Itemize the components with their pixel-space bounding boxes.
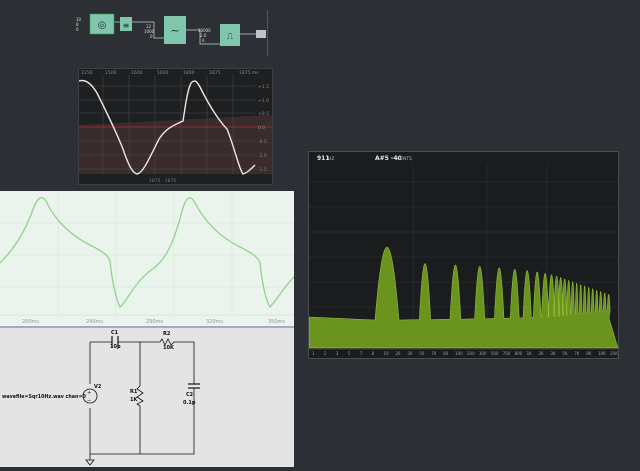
frequency-tick: 10K — [598, 351, 606, 356]
frequency-tick: 7K — [574, 351, 580, 356]
r1-label: R1 — [130, 389, 138, 395]
capacitor-c2[interactable]: C2 0.1p — [183, 383, 200, 414]
oscillator-node[interactable]: ◎ 10 8 0 — [76, 13, 115, 35]
node-input-value[interactable]: 0 — [202, 38, 205, 43]
small-node[interactable]: ≡ — [120, 17, 132, 31]
oscillator-icon: ◎ — [98, 20, 107, 31]
scope-time-tick: 1250 — [81, 70, 93, 76]
resistor-r1[interactable]: R1 1K — [130, 385, 144, 407]
capacitor-c1[interactable]: C1 10p — [110, 330, 121, 350]
spectrum-area — [308, 247, 619, 349]
frequency-tick: 1 — [312, 351, 315, 356]
frequency-tick: 800 — [515, 351, 523, 356]
scope-time-tick: 1875 — [209, 70, 221, 76]
c2-label: C2 — [186, 392, 194, 398]
scope-time-tick: 1500 — [105, 70, 117, 76]
frequency-tick: 3K — [550, 351, 556, 356]
node-input-value[interactable]: 0 — [150, 34, 153, 39]
c1-label: C1 — [111, 330, 119, 336]
scope-amp-tick: +1.5 — [258, 84, 269, 90]
scope-amp-tick: -0.5 — [258, 139, 267, 145]
scope-amp-tick: -1.0 — [258, 153, 267, 159]
svg-text:−: − — [87, 398, 91, 404]
waveform-time-tick: 240ms — [86, 319, 103, 325]
cents-unit: CENTS — [397, 156, 412, 162]
r2-value: 10K — [163, 345, 175, 351]
frequency-tick: 2 — [324, 351, 327, 356]
scope-amp-tick: 0.0 — [258, 125, 265, 131]
waveform-canvas: 200ms 240ms 290ms 320ms 350ms — [0, 191, 295, 325]
filter-node[interactable]: ~ 12 1000 0 — [144, 16, 186, 44]
scope-amp-tick: +0.5 — [258, 111, 269, 117]
scope-time-tick: 1875 ms — [239, 70, 259, 76]
frequency-tick: 7 — [360, 351, 363, 356]
frequency-tick: 1K — [527, 351, 533, 356]
frequency-unit: HZ — [328, 156, 334, 162]
frequency-axis: 1 2 3 5 7 8 10 20 30 50 70 80 100 200 300 500 700 800 1K 2K… — [312, 351, 618, 356]
frequency-tick: 5K — [562, 351, 568, 356]
waveform-view-panel: 200ms 240ms 290ms 320ms 350ms — [0, 191, 295, 326]
v2-label: V2 — [94, 384, 102, 390]
spectrum-analyzer-panel: 911 HZ A#5 -40 CENTS 1 2 3 5 7 8 10 20 30 50 70 80 1… — [308, 151, 619, 359]
r1-value: 1K — [130, 397, 138, 403]
scope-footer: 1875 · 1875 — [149, 178, 176, 184]
scope-time-tick: 1600 — [131, 70, 143, 76]
frequency-tick: 10 — [384, 351, 390, 356]
node-input-value[interactable]: 0 — [76, 27, 79, 32]
scope-time-tick: 1600 — [157, 70, 169, 76]
c1-value: 10p — [110, 344, 121, 350]
scope-time-tick: 1800 — [183, 70, 195, 76]
frequency-tick: 50 — [419, 351, 425, 356]
frequency-tick: 5 — [348, 351, 351, 356]
frequency-tick: 500 — [491, 351, 499, 356]
output-terminal[interactable] — [256, 30, 266, 38]
frequency-tick: 300 — [479, 351, 487, 356]
schematic-wires — [89, 338, 195, 460]
circuit-schematic-panel: C1 10p R2 10K + − V2 wavefile=Sqr10Hz.wa… — [0, 326, 294, 467]
frequency-tick: 20K — [610, 351, 618, 356]
r2-label: R2 — [163, 331, 171, 337]
menu-icon: ≡ — [123, 21, 130, 30]
ground-icon — [85, 459, 95, 466]
node-graph-canvas: ◎ 10 8 0 ≡ ~ 12 1000 0 ⎍ 10000 2.0 0 — [76, 13, 266, 46]
output-node[interactable]: ⎍ 10000 2.0 0 — [198, 24, 240, 46]
waveform-time-tick: 320ms — [206, 319, 223, 325]
schematic-canvas: C1 10p R2 10K + − V2 wavefile=Sqr10Hz.wa… — [0, 326, 294, 466]
filter-icon: ~ — [170, 24, 179, 37]
output-icon: ⎍ — [227, 32, 234, 42]
frequency-tick: 200 — [467, 351, 475, 356]
frequency-tick: 70 — [431, 351, 437, 356]
node-graph-panel: ◎ 10 8 0 ≡ ~ 12 1000 0 ⎍ 10000 2.0 0 — [72, 10, 268, 56]
frequency-tick: 80 — [443, 351, 449, 356]
svg-text:+: + — [87, 390, 91, 396]
frequency-tick: 2K — [539, 351, 545, 356]
waveform-time-tick: 200ms — [22, 319, 39, 325]
voltage-source-v2[interactable]: + − V2 — [82, 384, 102, 404]
frequency-tick: 100 — [455, 351, 463, 356]
waveform-time-tick: 350ms — [268, 319, 285, 325]
frequency-tick: 3 — [336, 351, 339, 356]
waveform-time-tick: 290ms — [146, 319, 163, 325]
source-wavefile-label[interactable]: wavefile=Sqr10Hz.wav chan=0 — [2, 394, 86, 400]
frequency-tick: 20 — [395, 351, 401, 356]
frequency-tick: 700 — [503, 351, 511, 356]
oscilloscope-panel: 1250 1500 1600 1600 1800 1875 1875 ms +1… — [78, 68, 273, 185]
oscilloscope-canvas: 1250 1500 1600 1600 1800 1875 1875 ms +1… — [78, 70, 272, 184]
spectrum-canvas: 911 HZ A#5 -40 CENTS 1 2 3 5 7 8 10 20 30 50 70 80 1… — [308, 155, 619, 356]
scope-amp-tick: -1.5 — [258, 167, 267, 173]
scope-amp-tick: +1.0 — [258, 98, 269, 104]
frequency-tick: 8K — [586, 351, 592, 356]
c2-value: 0.1p — [183, 400, 196, 406]
waveform-trace — [0, 196, 295, 309]
frequency-tick: 8 — [372, 351, 375, 356]
frequency-tick: 30 — [407, 351, 413, 356]
